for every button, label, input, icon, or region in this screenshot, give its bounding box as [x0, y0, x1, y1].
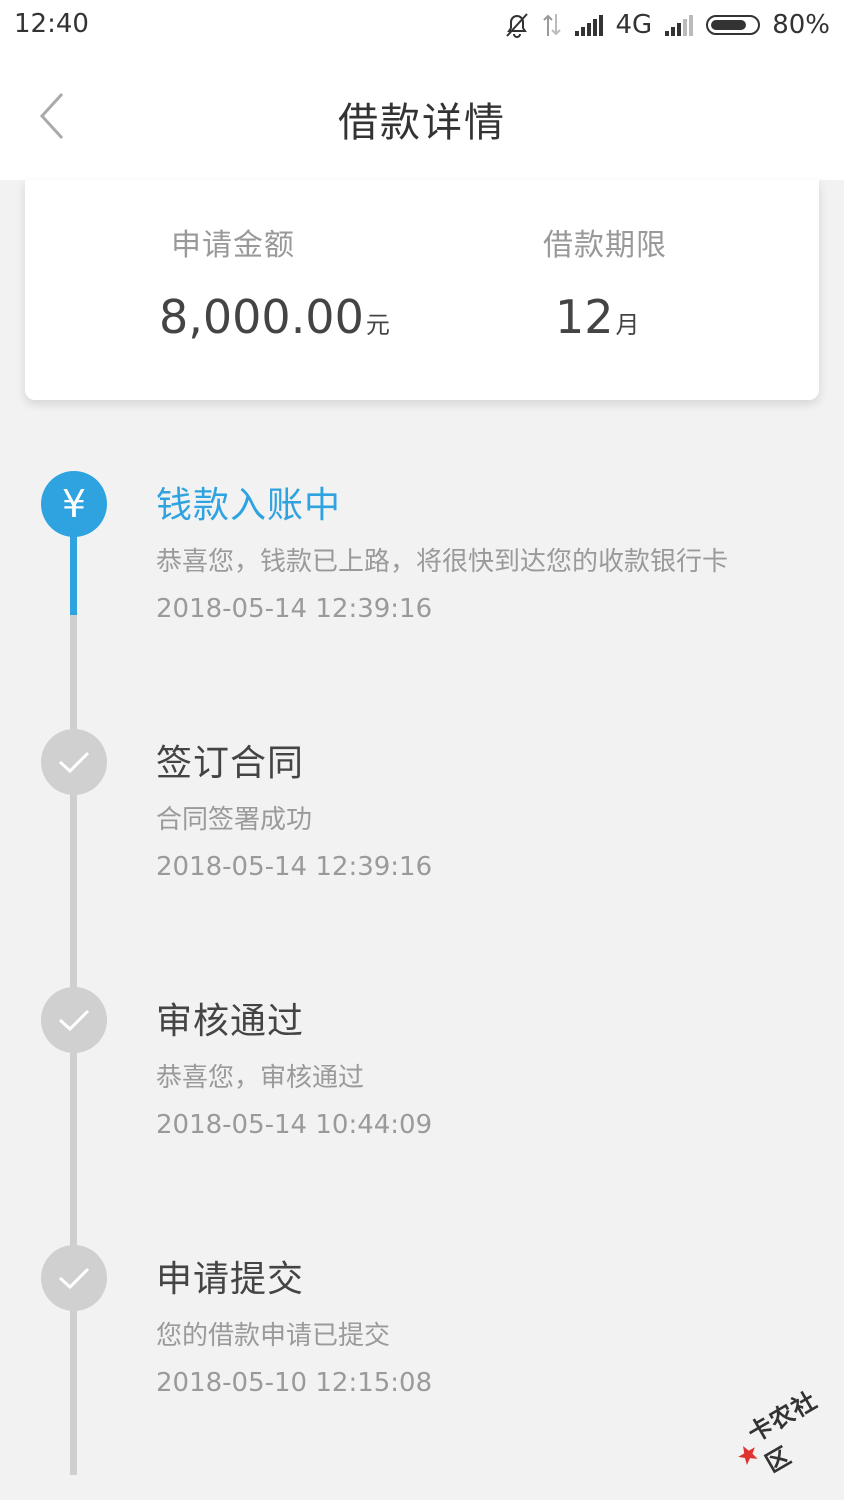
check-icon — [41, 729, 107, 795]
step-time: 2018-05-14 12:39:16 — [156, 852, 433, 882]
bell-off-icon — [505, 13, 528, 38]
term-value-group: 12月 — [555, 290, 640, 344]
term-unit: 月 — [615, 311, 640, 339]
term-value: 12 — [555, 290, 614, 344]
data-arrows-icon — [542, 14, 561, 36]
step-time: 2018-05-14 12:39:16 — [156, 594, 433, 624]
battery-percent: 80% — [772, 10, 830, 40]
amount-value: 8,000.00 — [159, 290, 364, 344]
page-title: 借款详情 — [338, 100, 506, 146]
yen-icon: ¥ — [41, 471, 107, 537]
loan-summary-card: 申请金额 8,000.00元 借款期限 12月 — [25, 180, 819, 400]
status-bar: 12:40 4G 80% — [0, 0, 844, 50]
check-glyph — [58, 1009, 90, 1032]
yen-glyph: ¥ — [61, 482, 87, 526]
check-icon — [41, 1245, 107, 1311]
status-time: 12:40 — [14, 9, 89, 39]
check-glyph — [58, 1267, 90, 1290]
battery-fill — [711, 20, 747, 30]
step-desc: 合同签署成功 — [156, 805, 313, 835]
amount-label: 申请金额 — [171, 228, 295, 263]
step-time: 2018-05-14 10:44:09 — [156, 1110, 433, 1140]
signal-weak-icon — [665, 15, 694, 36]
step-title: 钱款入账中 — [156, 485, 342, 526]
step-desc: 恭喜您，钱款已上路，将很快到达您的收款银行卡 — [156, 547, 729, 577]
step-title: 申请提交 — [156, 1259, 305, 1300]
step-desc: 恭喜您，审核通过 — [156, 1063, 365, 1093]
network-type: 4G — [615, 10, 653, 40]
nav-bar: 借款详情 — [0, 50, 844, 180]
battery-icon — [706, 15, 761, 35]
step-title: 签订合同 — [156, 743, 305, 784]
step-time: 2018-05-10 12:15:08 — [156, 1368, 433, 1398]
timeline-line-active — [70, 535, 77, 615]
step-title: 审核通过 — [156, 1001, 305, 1042]
check-icon — [41, 987, 107, 1053]
check-glyph — [58, 751, 90, 774]
signal-icon — [574, 15, 603, 36]
progress-timeline: ¥ 钱款入账中 恭喜您，钱款已上路，将很快到达您的收款银行卡 2018-05-1… — [0, 400, 844, 1500]
amount-unit: 元 — [365, 311, 390, 339]
term-label: 借款期限 — [543, 228, 667, 263]
step-desc: 您的借款申请已提交 — [156, 1321, 391, 1351]
amount-value-group: 8,000.00元 — [159, 290, 390, 344]
status-icons: 4G 80% — [492, 8, 830, 42]
